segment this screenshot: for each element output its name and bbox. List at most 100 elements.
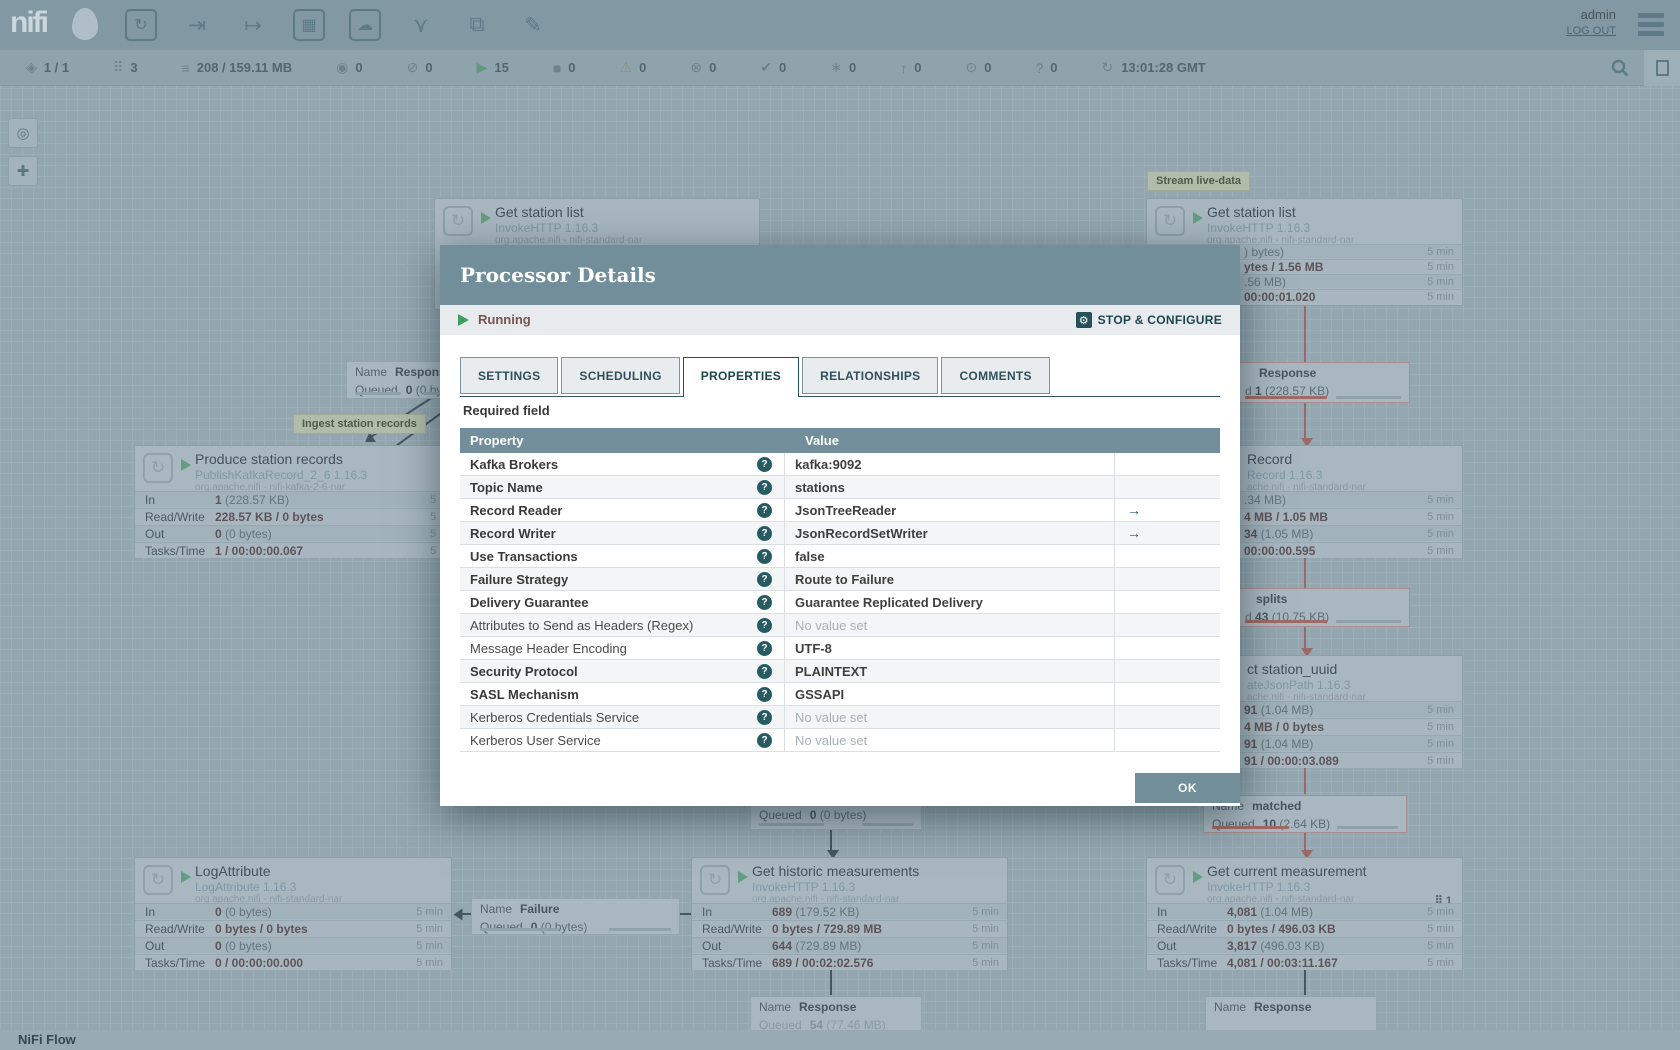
- property-value-cell[interactable]: UTF-8: [785, 637, 1115, 659]
- run-indicator-icon: [181, 459, 191, 471]
- template-icon[interactable]: ⧉: [461, 9, 493, 41]
- processor-icon[interactable]: ↻: [125, 9, 157, 41]
- clustered-nodes-count: ◈ 1 / 1: [26, 59, 70, 75]
- logout-link[interactable]: LOG OUT: [1566, 25, 1616, 37]
- property-value-cell[interactable]: Route to Failure: [785, 568, 1115, 590]
- tab-settings[interactable]: SETTINGS: [460, 357, 559, 394]
- canvas-label-stream-live-data[interactable]: Stream live-data: [1147, 171, 1250, 191]
- help-icon[interactable]: ?: [757, 526, 772, 541]
- property-value-cell[interactable]: kafka:9092: [785, 453, 1115, 475]
- pan-button[interactable]: ✚: [8, 156, 38, 186]
- tab-properties[interactable]: PROPERTIES: [682, 357, 800, 397]
- property-value-cell[interactable]: Guarantee Replicated Delivery: [785, 591, 1115, 613]
- dialog-tabbar: SETTINGS SCHEDULING PROPERTIES RELATIONSHIP…: [460, 357, 1220, 397]
- canvas-label-ingest-station-records[interactable]: Ingest station records: [293, 414, 426, 434]
- property-name-cell: Message Header Encoding?: [460, 637, 785, 659]
- connection-line: [1304, 768, 1306, 794]
- ok-button[interactable]: OK: [1135, 773, 1240, 803]
- nifi-drop-icon: [72, 8, 98, 40]
- property-row: Kerberos Credentials Service? No value se…: [460, 706, 1220, 729]
- help-icon[interactable]: ?: [757, 618, 772, 633]
- help-icon[interactable]: ?: [757, 572, 772, 587]
- property-row: Message Header Encoding? UTF-8: [460, 637, 1220, 660]
- help-icon[interactable]: ?: [757, 687, 772, 702]
- birdseye-button[interactable]: ◎: [8, 118, 38, 148]
- global-menu-icon[interactable]: [1638, 13, 1664, 40]
- run-status-text: Running: [478, 312, 531, 327]
- property-value-cell[interactable]: stations: [785, 476, 1115, 498]
- search-button[interactable]: [1602, 50, 1638, 86]
- connection-line: [1304, 970, 1306, 995]
- connection-line: [1304, 558, 1306, 588]
- queue-count-bar: [862, 823, 913, 826]
- property-goto-cell[interactable]: →: [1115, 499, 1200, 521]
- connection-line: [830, 970, 832, 995]
- document-icon: [1655, 60, 1669, 76]
- dialog-header: Processor Details: [440, 245, 1240, 305]
- running-count: ▶ 15: [476, 59, 509, 75]
- help-icon[interactable]: ?: [757, 733, 772, 748]
- help-icon[interactable]: ?: [757, 595, 772, 610]
- processor-name: Get station list: [1207, 204, 1296, 220]
- property-row: Use Transactions? false: [460, 545, 1220, 568]
- property-value-cell[interactable]: No value set: [785, 614, 1115, 636]
- connection-queued-row: Queued 10 (2.64 KB): [1212, 817, 1331, 831]
- processor-stat-row: Out0 (0 bytes)5 min: [135, 937, 451, 953]
- connection-line: [1304, 402, 1306, 443]
- remote-process-group-icon[interactable]: ☁: [349, 9, 381, 41]
- tab-relationships[interactable]: RELATIONSHIPS: [802, 357, 939, 394]
- flow-settings-button[interactable]: [1644, 50, 1680, 86]
- breadcrumb[interactable]: NiFi Flow: [18, 1030, 76, 1050]
- property-value-cell[interactable]: false: [785, 545, 1115, 567]
- label-icon[interactable]: ✎: [517, 9, 549, 41]
- processor-stat-row: Read/Write 0 bytes / 0 bytes 5 min: [135, 920, 451, 936]
- not-transmitting-count: ⊘ 0: [406, 59, 433, 75]
- required-field-note: Required field: [463, 403, 550, 418]
- properties-table: Property Value Kafka Brokers? kafka:9092 T…: [460, 428, 1220, 755]
- run-indicator-icon: [1193, 212, 1203, 224]
- properties-table-header: Property Value: [460, 428, 1220, 453]
- property-name-cell: SASL Mechanism?: [460, 683, 785, 705]
- help-icon[interactable]: ?: [757, 457, 772, 472]
- tab-scheduling[interactable]: SCHEDULING: [561, 357, 680, 394]
- property-value-cell[interactable]: JsonTreeReader: [785, 499, 1115, 521]
- property-value-cell[interactable]: No value set: [785, 706, 1115, 728]
- property-goto-cell[interactable]: →: [1115, 522, 1200, 544]
- property-name-cell: Delivery Guarantee?: [460, 591, 785, 613]
- queue-size-bar: [1212, 826, 1289, 829]
- property-value-cell[interactable]: PLAINTEXT: [785, 660, 1115, 682]
- help-icon[interactable]: ?: [757, 664, 772, 679]
- refresh-status[interactable]: ↻ 13:01:28 GMT: [1101, 59, 1205, 76]
- property-row: Failure Strategy? Route to Failure: [460, 568, 1220, 591]
- stopped-count: ■ 0: [552, 59, 576, 76]
- tab-comments[interactable]: COMMENTS: [941, 357, 1050, 394]
- processor-icon: ↻: [700, 865, 730, 895]
- property-value-cell[interactable]: JsonRecordSetWriter: [785, 522, 1115, 544]
- property-name-cell: Use Transactions?: [460, 545, 785, 567]
- processor-get-historic-measurements[interactable]: ↻ Get historic measurements InvokeHTTP 1.1…: [691, 857, 1008, 970]
- property-value-cell[interactable]: No value set: [785, 729, 1115, 751]
- help-icon[interactable]: ?: [757, 549, 772, 564]
- run-indicator-icon: [738, 871, 748, 883]
- last-refresh-time: 13:01:28 GMT: [1121, 60, 1206, 75]
- property-name-cell: Kerberos User Service?: [460, 729, 785, 751]
- help-icon[interactable]: ?: [757, 641, 772, 656]
- stale-count: ↑ 0: [900, 59, 922, 76]
- help-icon[interactable]: ?: [757, 710, 772, 725]
- processor-produce-station-records[interactable]: ↻ Produce station records PublishKafkaReco…: [134, 445, 466, 558]
- process-group-icon[interactable]: ▦: [293, 9, 325, 41]
- processor-get-current-measurement[interactable]: ↻ Get current measurement InvokeHTTP 1.16.…: [1146, 857, 1463, 970]
- processor-stat-row: Tasks/Time 689 / 00:02:02.576 5 min: [692, 954, 1007, 970]
- property-name-cell: Security Protocol?: [460, 660, 785, 682]
- processor-log-attribute[interactable]: ↻ LogAttribute LogAttribute 1.16.3 org.apac…: [134, 857, 452, 970]
- property-row: Kerberos User Service? No value set: [460, 729, 1220, 752]
- property-name-cell: Attributes to Send as Headers (Regex)?: [460, 614, 785, 636]
- input-port-icon[interactable]: ⇥: [181, 9, 213, 41]
- help-icon[interactable]: ?: [757, 480, 772, 495]
- output-port-icon[interactable]: ↦: [237, 9, 269, 41]
- funnel-icon[interactable]: ⋎: [405, 9, 437, 41]
- stop-and-configure-button[interactable]: ⚙ STOP & CONFIGURE: [1075, 305, 1222, 335]
- property-value-cell[interactable]: GSSAPI: [785, 683, 1115, 705]
- connection-label-failure[interactable]: Name Failure Queued 0 (0 bytes): [471, 898, 680, 935]
- help-icon[interactable]: ?: [757, 503, 772, 518]
